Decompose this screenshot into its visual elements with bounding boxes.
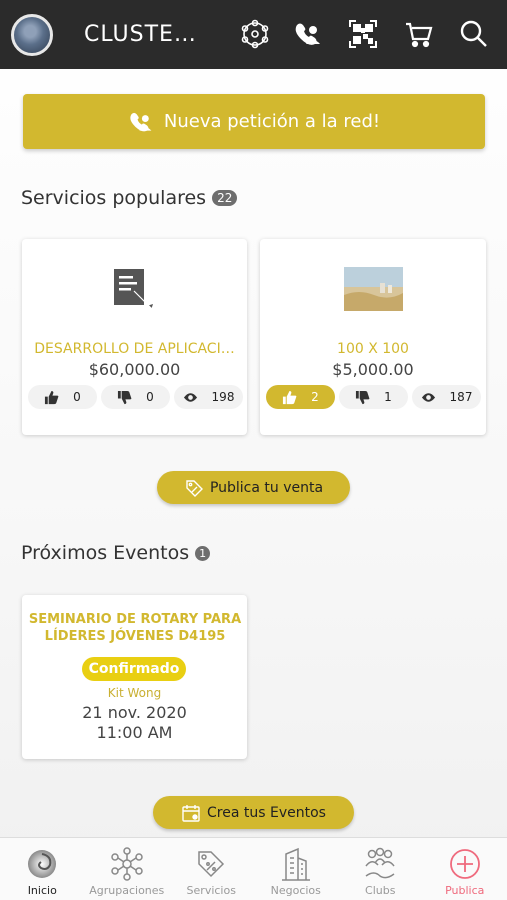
popular-services-heading: Servicios populares 22	[21, 187, 238, 209]
tag-percent-icon	[186, 479, 203, 497]
popular-services-title: Servicios populares	[21, 187, 207, 209]
nav-label: Agrupaciones	[89, 884, 165, 897]
thumbs-up-icon	[283, 390, 297, 404]
service-price: $60,000.00	[88, 360, 181, 379]
nav-servicios[interactable]: Servicios	[169, 838, 254, 900]
event-title: SEMINARIO DE ROTARY PARA LÍDERES JÓVENES…	[28, 612, 242, 644]
app-title: CLUSTE…	[84, 22, 197, 47]
event-organizer: Kit Wong	[107, 686, 162, 700]
upcoming-events-heading: Próximos Eventos 1	[21, 542, 211, 564]
nav-label: Inicio	[27, 884, 57, 897]
dislike-count: 1	[384, 390, 392, 404]
nav-publica[interactable]: Publica	[423, 838, 507, 900]
search-icon[interactable]	[457, 17, 491, 51]
service-name: 100 X 100	[337, 341, 409, 357]
upcoming-events-title: Próximos Eventos	[21, 542, 190, 564]
qr-code-icon[interactable]	[346, 17, 380, 51]
nav-label: Clubs	[365, 884, 396, 897]
like-count: 0	[73, 390, 81, 404]
top-bar: CLUSTE…	[0, 0, 507, 69]
service-name: DESARROLLO DE APLICACI…	[34, 341, 235, 357]
like-count: 2	[311, 390, 319, 404]
publish-sale-button[interactable]: Publica tu venta	[157, 471, 350, 504]
eye-icon	[421, 392, 435, 402]
people-icon	[365, 847, 395, 879]
new-network-request-label: Nueva petición a la red!	[163, 111, 381, 132]
views-count: 187	[449, 390, 473, 404]
thumbs-up-icon	[45, 390, 59, 404]
new-network-request-button[interactable]: Nueva petición a la red!	[23, 94, 485, 149]
nav-label: Negocios	[270, 884, 321, 897]
eye-icon	[183, 392, 197, 402]
document-edit-icon	[114, 269, 155, 311]
home-swirl-icon	[28, 850, 57, 878]
network-icon[interactable]	[238, 17, 272, 51]
like-button[interactable]: 0	[28, 385, 97, 409]
create-events-button[interactable]: Crea tus Eventos	[153, 796, 354, 829]
event-card[interactable]: SEMINARIO DE ROTARY PARA LÍDERES JÓVENES…	[22, 595, 247, 759]
avatar[interactable]	[11, 14, 53, 56]
create-events-label: Crea tus Eventos	[207, 804, 326, 821]
service-price: $5,000.00	[332, 360, 414, 379]
nav-label: Publica	[445, 884, 485, 897]
like-button[interactable]: 2	[266, 385, 335, 409]
event-date: 21 nov. 2020	[82, 703, 187, 722]
landscape-thumbnail	[344, 267, 403, 311]
event-status-badge: Confirmado	[82, 657, 186, 681]
nav-negocios[interactable]: Negocios	[254, 838, 339, 900]
thumbs-down-icon	[118, 390, 132, 404]
support-agent-icon[interactable]	[291, 17, 325, 51]
service-card[interactable]: 100 X 100 $5,000.00 2 1 187	[260, 239, 486, 435]
thumbs-down-icon	[356, 390, 370, 404]
dislike-count: 0	[146, 390, 154, 404]
dislike-button[interactable]: 0	[101, 385, 170, 409]
event-time: 11:00 AM	[96, 723, 173, 742]
nav-inicio[interactable]: Inicio	[0, 838, 85, 900]
support-agent-icon	[130, 112, 152, 131]
bottom-navigation: Inicio Agrupaciones Servicios Negocios C…	[0, 837, 507, 900]
add-circle-icon	[449, 849, 480, 879]
discount-tag-icon	[198, 851, 225, 878]
service-card[interactable]: DESARROLLO DE APLICACI… $60,000.00 0 0 1…	[22, 239, 247, 435]
cart-icon[interactable]	[402, 17, 436, 51]
views-count: 198	[211, 390, 235, 404]
nav-label: Servicios	[186, 884, 236, 897]
publish-sale-label: Publica tu venta	[209, 479, 324, 496]
nav-agrupaciones[interactable]: Agrupaciones	[85, 838, 170, 900]
network-icon	[111, 847, 143, 881]
views-stat: 198	[174, 385, 243, 409]
dislike-button[interactable]: 1	[339, 385, 408, 409]
calendar-icon	[182, 804, 200, 822]
building-icon	[281, 847, 310, 881]
services-count-badge: 22	[212, 190, 238, 206]
nav-clubs[interactable]: Clubs	[338, 838, 423, 900]
events-count-badge: 1	[195, 545, 211, 561]
views-stat: 187	[412, 385, 481, 409]
